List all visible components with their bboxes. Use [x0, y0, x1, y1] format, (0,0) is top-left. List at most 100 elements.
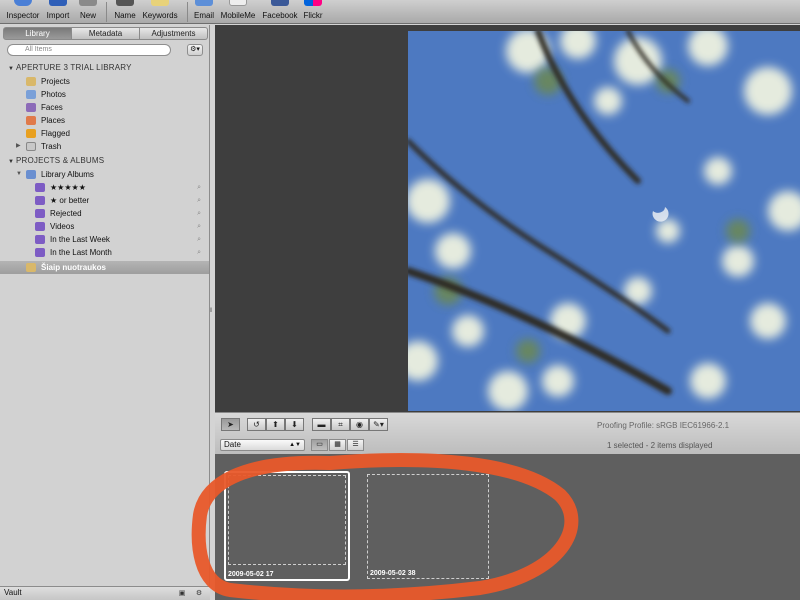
name-label: Name [114, 11, 136, 20]
vault-window-icon[interactable]: ▣ [176, 589, 188, 599]
project-icon [26, 263, 36, 272]
sidebar-item-trash[interactable]: ▶ Trash [0, 140, 209, 153]
tab-library[interactable]: Library [3, 27, 72, 40]
projects-header-label: PROJECTS & ALBUMS [16, 156, 105, 165]
flickr-icon [304, 0, 322, 6]
keywords-icon [151, 0, 169, 6]
sidebar-item-album-videos[interactable]: Videos ⌕ [0, 220, 209, 233]
tab-metadata[interactable]: Metadata [72, 27, 140, 40]
search-input[interactable]: All Items [7, 44, 171, 56]
sidebar-item-projects[interactable]: Projects [0, 75, 209, 88]
name-button[interactable]: Name [113, 0, 137, 24]
sidebar-item-library-albums[interactable]: ▼ Library Albums [0, 168, 209, 181]
action-menu-button[interactable]: ⚙▾ [187, 44, 203, 56]
filmstrip-view-button[interactable]: ▭ [311, 439, 328, 451]
keywords-button[interactable]: Keywords [141, 0, 179, 24]
smart-album-icon [35, 222, 45, 231]
sidebar-item-faces[interactable]: Faces [0, 101, 209, 114]
mobileme-button[interactable]: MobileMe [219, 0, 257, 24]
library-section-header[interactable]: ▼ APERTURE 3 TRIAL LIBRARY [8, 63, 132, 72]
selection-status: 1 selected - 2 items displayed [607, 441, 713, 450]
thumbnail-placeholder [228, 475, 346, 565]
rotate-tool-button[interactable]: ↺ [247, 418, 266, 431]
smart-album-icon [35, 209, 45, 218]
tab-adjustments[interactable]: Adjustments [140, 27, 208, 40]
disclosure-triangle-icon: ▼ [8, 159, 15, 165]
crop-tool-button[interactable]: ⌗ [331, 418, 350, 431]
import-button[interactable]: Import [44, 0, 72, 24]
trash-icon [26, 142, 36, 151]
brush-tool-button[interactable]: ✎▾ [369, 418, 388, 431]
sidebar-item-label: Rejected [50, 209, 82, 218]
sidebar-item-label: In the Last Month [50, 248, 112, 257]
search-icon[interactable]: ⌕ [197, 246, 201, 259]
stamp-tool-button[interactable]: ⬇ [285, 418, 304, 431]
lift-icon: ⬆ [272, 420, 279, 429]
places-icon [26, 116, 36, 125]
projects-section-header[interactable]: ▼ PROJECTS & ALBUMS [8, 156, 104, 165]
gear-icon[interactable]: ⚙ [193, 589, 205, 599]
sort-value: Date [224, 440, 241, 449]
facebook-button[interactable]: Facebook [261, 0, 299, 24]
image-viewer [215, 25, 800, 412]
smart-album-icon [35, 235, 45, 244]
new-button[interactable]: New [76, 0, 100, 24]
email-button[interactable]: Email [192, 0, 216, 24]
mobileme-label: MobileMe [220, 11, 256, 20]
folder-icon [26, 170, 36, 179]
search-icon[interactable]: ⌕ [197, 233, 201, 246]
brush-icon: ✎▾ [373, 420, 384, 429]
straighten-icon: ▬ [317, 420, 326, 429]
filmstrip-icon: ▭ [316, 441, 323, 448]
import-label: Import [46, 11, 70, 20]
inspector-button[interactable]: Inspector [4, 0, 42, 24]
email-label: Email [193, 11, 214, 20]
thumbnail-item[interactable]: 2009-05-02 38 [367, 474, 489, 579]
sidebar-item-label: Projects [41, 77, 70, 86]
disclosure-triangle-icon: ▼ [8, 66, 15, 72]
flickr-button[interactable]: Flickr [301, 0, 325, 24]
main-toolbar: Inspector Import New Name Keywords Email… [0, 0, 800, 24]
sort-select[interactable]: Date ▲▼ [220, 439, 305, 451]
sidebar-item-selected-project[interactable]: Šiaip nuotraukos [0, 261, 209, 274]
sidebar-item-label: Faces [41, 103, 63, 112]
sidebar-item-label: ★★★★★ [50, 183, 86, 192]
eye-icon: ◉ [356, 420, 363, 429]
thumbnail-caption: 2009-05-02 38 [370, 570, 416, 577]
straighten-tool-button[interactable]: ▬ [312, 418, 331, 431]
keywords-label: Keywords [142, 11, 178, 20]
search-icon[interactable]: ⌕ [197, 207, 201, 220]
sidebar-item-label: Trash [41, 142, 62, 151]
sidebar-item-album-last-week[interactable]: In the Last Week ⌕ [0, 233, 209, 246]
smart-album-icon [35, 183, 45, 192]
toolbar-separator [106, 2, 107, 22]
thumbnail-caption: 2009-05-02 17 [228, 571, 274, 578]
list-view-button[interactable]: ☰ [347, 439, 364, 451]
sidebar-item-album-rejected[interactable]: Rejected ⌕ [0, 207, 209, 220]
photo-preview [408, 31, 800, 411]
search-icon[interactable]: ⌕ [197, 220, 201, 233]
sidebar-item-album-one-star[interactable]: ★ or better ⌕ [0, 194, 209, 207]
search-icon[interactable]: ⌕ [197, 181, 201, 194]
search-icon[interactable]: ⌕ [197, 194, 201, 207]
sidebar-item-album-last-month[interactable]: In the Last Month ⌕ [0, 246, 209, 259]
selection-tool-button[interactable]: ➤ [221, 418, 240, 431]
vault-label: Vault [4, 588, 22, 597]
sidebar-item-places[interactable]: Places [0, 114, 209, 127]
grid-view-button[interactable]: ▦ [329, 439, 346, 451]
sidebar-item-label: Library Albums [41, 170, 94, 179]
smart-album-icon [35, 248, 45, 257]
panel-splitter-handle[interactable]: ‖ [210, 308, 213, 318]
library-inspector-panel: Library Metadata Adjustments ⌕ All Items… [0, 25, 210, 600]
sidebar-item-album-five-stars[interactable]: ★★★★★ ⌕ [0, 181, 209, 194]
sidebar-item-label: Videos [50, 222, 75, 231]
sidebar-item-label: ★ or better [50, 196, 90, 205]
facebook-label: Facebook [262, 11, 298, 20]
arrow-cursor-icon: ➤ [227, 420, 234, 429]
sidebar-item-photos[interactable]: Photos [0, 88, 209, 101]
lift-tool-button[interactable]: ⬆ [266, 418, 285, 431]
thumbnail-item[interactable]: 2009-05-02 17 [224, 471, 350, 581]
sidebar-item-flagged[interactable]: Flagged [0, 127, 209, 140]
red-eye-tool-button[interactable]: ◉ [350, 418, 369, 431]
gear-icon: ⚙▾ [190, 46, 200, 53]
